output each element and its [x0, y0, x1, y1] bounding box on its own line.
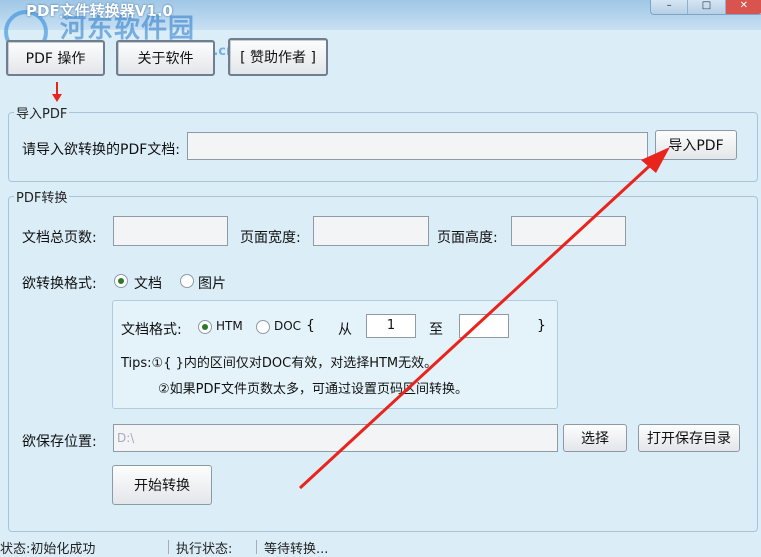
range-from-input[interactable]: 1 [366, 314, 416, 338]
doc-format-doc-radio[interactable] [256, 320, 270, 334]
doc-format-label: 文档格式: [121, 322, 182, 338]
maximize-icon[interactable]: □ [688, 0, 726, 14]
status-separator [256, 540, 257, 554]
open-save-dir-button[interactable]: 打开保存目录 [638, 424, 740, 452]
target-format-label: 欲转换格式: [22, 276, 97, 292]
pdf-operate-button[interactable]: PDF 操作 [6, 40, 105, 76]
doc-format-htm-label: HTM [216, 319, 243, 333]
format-image-radio[interactable] [180, 274, 194, 288]
range-to-label: 至 [429, 322, 443, 338]
pdf-path-input[interactable] [187, 132, 648, 160]
close-icon[interactable]: ✕ [725, 0, 761, 14]
range-close-brace: } [537, 318, 546, 334]
start-convert-button[interactable]: 开始转换 [112, 465, 212, 505]
doc-format-htm-radio[interactable] [198, 320, 212, 334]
save-location-label: 欲保存位置: [22, 434, 97, 450]
page-width-field [313, 216, 429, 246]
annotation-arrow-small [52, 82, 62, 102]
tip-line-1: Tips:①{ }内的区间仅对DOC有效，对选择HTM无效。 [121, 356, 438, 371]
window-controls: – □ ✕ [650, 0, 761, 15]
import-pdf-group-title: 导入PDF [14, 103, 70, 122]
page-height-label: 页面高度: [437, 230, 498, 246]
tip-line-2: ②如果PDF文件页数太多，可通过设置页码区间转换。 [158, 382, 468, 397]
import-pdf-button[interactable]: 导入PDF [655, 130, 737, 160]
pdf-convert-group-title: PDF转换 [14, 187, 70, 206]
minimize-icon[interactable]: – [651, 0, 689, 14]
format-document-radio[interactable] [114, 274, 128, 288]
page-height-field [511, 216, 626, 246]
range-open-brace: { [306, 318, 315, 334]
save-path-input[interactable]: D:\ [113, 424, 558, 452]
exec-status-label: 执行状态: [176, 542, 233, 557]
select-folder-button[interactable]: 选择 [563, 424, 627, 452]
about-software-button[interactable]: 关于软件 [116, 40, 215, 76]
status-bar: 状态:初始化成功 执行状态: 等待转换... [0, 538, 761, 557]
format-image-label: 图片 [198, 276, 226, 292]
format-document-label: 文档 [134, 276, 162, 292]
exec-status-value: 等待转换... [264, 542, 329, 557]
doc-format-doc-label: DOC [274, 319, 302, 333]
range-from-label: 从 [338, 322, 352, 338]
sponsor-author-button[interactable]: [ 赞助作者 ] [228, 38, 328, 76]
import-prompt-label: 请导入欲转换的PDF文档: [22, 142, 180, 158]
status-text: 状态:初始化成功 [0, 542, 96, 557]
range-to-input[interactable] [459, 314, 509, 338]
status-separator [168, 540, 169, 554]
total-pages-label: 文档总页数: [22, 230, 97, 246]
page-width-label: 页面宽度: [240, 230, 301, 246]
total-pages-field [113, 216, 228, 246]
